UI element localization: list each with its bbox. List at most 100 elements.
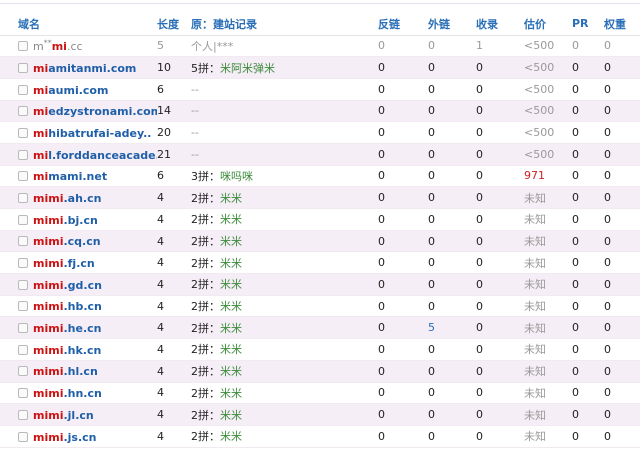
row-checkbox[interactable] [18,149,28,160]
table-row[interactable]: mil.forddanceacade.. 21 -- 0 0 0 <500 0 0 [0,143,640,166]
col-header-length[interactable]: 长度 [157,13,191,36]
col-header-valuation[interactable]: 估价 [524,13,572,36]
domain-link[interactable]: mimi.js.cn [33,431,97,444]
table-row[interactable]: mimi.hn.cn 4 2拼：米米 0 0 0 未知 0 0 [0,382,640,405]
row-checkbox[interactable] [18,62,28,73]
pr-cell: 0 [572,143,604,166]
domain-keyword: mi [33,170,49,184]
table-row[interactable]: mimi.fj.cn 4 2拼：米米 0 0 0 未知 0 0 [0,251,640,275]
table-row[interactable]: miamitanmi.com 10 5拼：米阿米弹米 0 0 0 <500 0 0 [0,56,640,79]
table-row[interactable]: mimi.hb.cn 4 2拼：米米 0 0 0 未知 0 0 [0,295,640,318]
table-row[interactable]: mimi.ah.cn 4 2拼：米米 0 0 0 未知 0 0 [0,186,640,209]
row-checkbox[interactable] [18,84,28,95]
domain-cell: mimi.bj.cn [0,208,157,231]
table-row[interactable]: miaumi.com 6 -- 0 0 0 <500 0 0 [0,78,640,101]
domain-link[interactable]: mimi.hl.cn [33,365,98,378]
table-row[interactable]: mimi.bj.cn 4 2拼：米米 0 0 0 未知 0 0 [0,208,640,231]
domain-link[interactable]: mimi.he.cn [33,322,101,335]
original-cell: 2拼：米米 [191,251,378,275]
col-header-domain[interactable]: 域名 [0,13,157,36]
backlinks-cell: 0 [378,35,428,58]
table-row[interactable]: mimi.js.cn 4 2拼：米米 0 0 0 未知 0 0 [0,425,640,448]
col-header-original[interactable]: 原：建站记录 [191,13,378,36]
domain-link[interactable]: mimi.gd.cn [33,279,102,292]
domain-link[interactable]: miamitanmi.com [33,62,136,75]
row-checkbox[interactable] [18,388,28,399]
outlinks-cell: 0 [428,425,476,448]
row-checkbox[interactable] [18,236,28,247]
row-checkbox[interactable] [18,301,28,312]
original-value: 米米 [220,386,242,400]
backlinks-cell: 0 [378,78,428,101]
table-row[interactable]: miedzystronami.com 14 -- 0 0 0 <500 0 0 [0,100,640,123]
row-checkbox[interactable] [18,192,28,203]
table-row[interactable]: mimi.jl.cn 4 2拼：米米 0 0 0 未知 0 0 [0,403,640,426]
domain-link[interactable]: miedzystronami.com [33,105,157,118]
row-checkbox[interactable] [18,41,28,52]
table-row[interactable]: mimi.gd.cn 4 2拼：米米 0 0 0 未知 0 0 [0,273,640,296]
table-row[interactable]: mimi.hl.cn 4 2拼：米米 0 0 0 未知 0 0 [0,360,640,383]
domain-link[interactable]: mimi.fj.cn [33,257,95,270]
backlinks-cell: 0 [378,295,428,318]
domain-link[interactable]: miaumi.com [33,84,108,97]
row-checkbox[interactable] [18,344,28,355]
domain-table-panel: 域名 长度 原：建站记录 反链 外链 收录 估价 PR 权重 m**mi.cc 5… [0,0,640,452]
indexed-cell: 0 [476,56,524,79]
original-value: 米米 [220,321,242,335]
domain-suffix: .hk.cn [63,343,102,357]
col-header-pr[interactable]: PR [572,13,604,36]
col-header-backlinks[interactable]: 反链 [378,13,428,36]
row-checkbox[interactable] [18,171,28,182]
row-checkbox[interactable] [18,323,28,334]
outlinks-cell[interactable]: 5 [428,316,476,340]
domain-link[interactable]: mimi.bj.cn [33,214,98,227]
domain-link[interactable]: m**mi.cc [33,39,83,54]
domain-link[interactable]: mimi.hk.cn [33,344,101,357]
pr-cell: 0 [572,230,604,253]
row-checkbox[interactable] [18,106,28,117]
backlinks-cell: 0 [378,403,428,426]
domain-suffix: .js.cn [63,430,97,444]
domain-link[interactable]: mimi.hn.cn [33,387,102,400]
row-checkbox[interactable] [18,366,28,377]
domain-keyword: mi [51,40,67,54]
table-row[interactable]: mimi.hk.cn 4 2拼：米米 0 0 0 未知 0 0 [0,338,640,361]
table-row[interactable]: mihibatrufai-adey.. 20 -- 0 0 0 <500 0 0 [0,121,640,144]
col-header-indexed[interactable]: 收录 [476,13,524,36]
backlinks-cell: 0 [378,143,428,166]
valuation-cell: 未知 [524,338,572,361]
table-row[interactable]: mimami.net 6 3拼：咪吗咪 0 0 0 971 0 0 [0,165,640,188]
domain-link[interactable]: mimi.cq.cn [33,235,101,248]
original-value: 米米 [220,191,242,205]
domain-keyword: mimi [33,322,64,336]
table-row[interactable]: mimi.cq.cn 4 2拼：米米 0 0 0 未知 0 0 [0,230,640,253]
original-cell: 2拼：米米 [191,295,378,318]
outlinks-cell: 0 [428,78,476,101]
weight-cell: 0 [604,165,640,188]
domain-link[interactable]: mimami.net [33,170,107,183]
length-cell: 4 [157,382,191,405]
valuation-cell: 未知 [524,425,572,448]
table-row[interactable]: mimi.he.cn 4 2拼：米米 0 5 0 未知 0 0 [0,316,640,340]
backlinks-cell: 0 [378,100,428,123]
row-checkbox[interactable] [18,214,28,225]
original-cell: 2拼：米米 [191,208,378,231]
col-header-outlinks[interactable]: 外链 [428,13,476,36]
indexed-cell: 0 [476,208,524,231]
row-checkbox[interactable] [18,258,28,269]
weight-cell: 0 [604,338,640,361]
original-value: 米米 [220,365,242,379]
domain-link[interactable]: mimi.ah.cn [33,192,101,205]
domain-link[interactable]: mimi.hb.cn [33,300,102,313]
table-row[interactable]: m**mi.cc 5 个人|*** 0 0 1 <500 0 0 [0,35,640,58]
domain-link[interactable]: mimi.jl.cn [33,409,94,422]
domain-link[interactable]: mihibatrufai-adey.. [33,127,151,140]
col-header-weight[interactable]: 权重 [604,13,640,36]
valuation-cell: 未知 [524,403,572,426]
row-checkbox[interactable] [18,431,28,442]
row-checkbox[interactable] [18,127,28,138]
domain-link[interactable]: mil.forddanceacade.. [33,149,157,162]
row-checkbox[interactable] [18,279,28,290]
domain-keyword: mimi [33,343,64,357]
row-checkbox[interactable] [18,409,28,420]
